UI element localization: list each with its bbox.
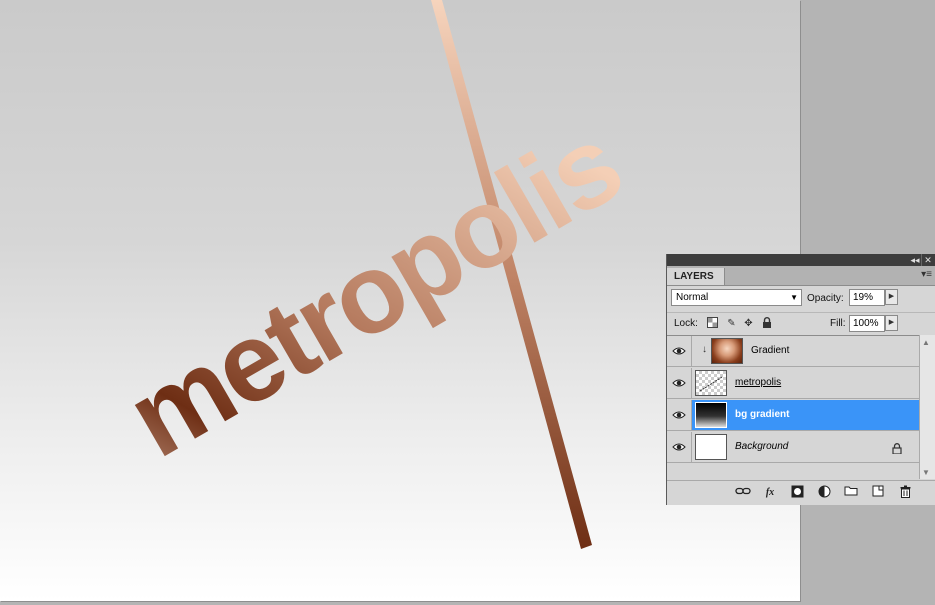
layer-list-scrollbar[interactable]: ▲ ▼ <box>919 335 935 479</box>
gradient-thumbnail <box>711 338 743 364</box>
metropolis-text: metropolis <box>108 101 640 481</box>
lock-label: Lock: <box>674 318 698 329</box>
panel-menu-icon[interactable]: ▾≡ <box>921 269 932 280</box>
tab-layers[interactable]: LAYERS <box>667 268 725 285</box>
opacity-input[interactable]: 19% <box>849 289 885 306</box>
layer-row-bg-gradient[interactable]: bg gradient <box>667 400 919 431</box>
blend-mode-value: Normal <box>676 292 709 303</box>
layer-name: Gradient <box>751 345 790 356</box>
layer-row-metropolis[interactable]: metropolis <box>667 368 919 399</box>
move-icon[interactable]: ✥ <box>742 317 755 330</box>
layers-panel: ◂◂ ✕ LAYERS ▾≡ Normal ▼ Opacity: 19% ▶ L… <box>666 254 935 505</box>
adjustment-layer-icon[interactable] <box>816 485 832 501</box>
scroll-up-icon[interactable]: ▲ <box>922 338 930 347</box>
eye-icon[interactable] <box>667 368 692 398</box>
transparency-thumbnail <box>695 370 727 396</box>
layer-list: ↓ Gradient metropolis bg gradient Backgr… <box>667 335 919 468</box>
double-chevron-icon[interactable]: ◂◂ <box>909 254 921 266</box>
fill-label: Fill: <box>830 318 846 329</box>
layer-row-background[interactable]: Background <box>667 432 919 463</box>
brush-icon[interactable]: ✎ <box>725 317 738 330</box>
opacity-stepper-arrow-icon[interactable]: ▶ <box>885 289 898 305</box>
fill-stepper-arrow-icon[interactable]: ▶ <box>885 315 898 331</box>
lock-icon[interactable] <box>760 317 773 330</box>
panel-titlebar[interactable]: ◂◂ ✕ <box>667 254 935 266</box>
eye-icon[interactable] <box>667 400 692 430</box>
close-icon[interactable]: ✕ <box>921 254 934 266</box>
scroll-down-icon[interactable]: ▼ <box>922 468 930 477</box>
lock-row: Lock: ✎ ✥ Fill: 100% ▶ <box>667 312 935 335</box>
blend-mode-select[interactable]: Normal ▼ <box>671 289 802 306</box>
layer-row-gradient[interactable]: ↓ Gradient <box>667 336 919 367</box>
lock-transparent-pixels-icon[interactable] <box>706 317 719 330</box>
trash-icon[interactable] <box>897 485 913 501</box>
black-gradient-thumbnail <box>695 402 727 428</box>
eye-icon[interactable] <box>667 432 692 462</box>
panel-footer: fx <box>667 480 935 505</box>
blend-row: Normal ▼ Opacity: 19% ▶ <box>667 285 935 310</box>
new-layer-icon[interactable] <box>870 485 886 501</box>
fill-input[interactable]: 100% <box>849 315 885 332</box>
eye-icon[interactable] <box>667 336 692 366</box>
link-layers-icon[interactable] <box>735 485 751 501</box>
clipping-arrow-icon: ↓ <box>702 344 707 355</box>
lock-icon <box>892 441 902 459</box>
add-mask-icon[interactable] <box>789 485 805 501</box>
panel-tab-row: LAYERS ▾≡ <box>667 266 935 286</box>
layer-name: bg gradient <box>735 409 790 420</box>
white-thumbnail <box>695 434 727 460</box>
opacity-label: Opacity: <box>807 293 844 304</box>
new-group-icon[interactable] <box>843 485 859 501</box>
layer-name: Background <box>735 441 789 452</box>
chevron-down-icon: ▼ <box>790 293 798 302</box>
layer-name: metropolis <box>735 377 782 388</box>
fx-icon[interactable]: fx <box>762 485 778 501</box>
